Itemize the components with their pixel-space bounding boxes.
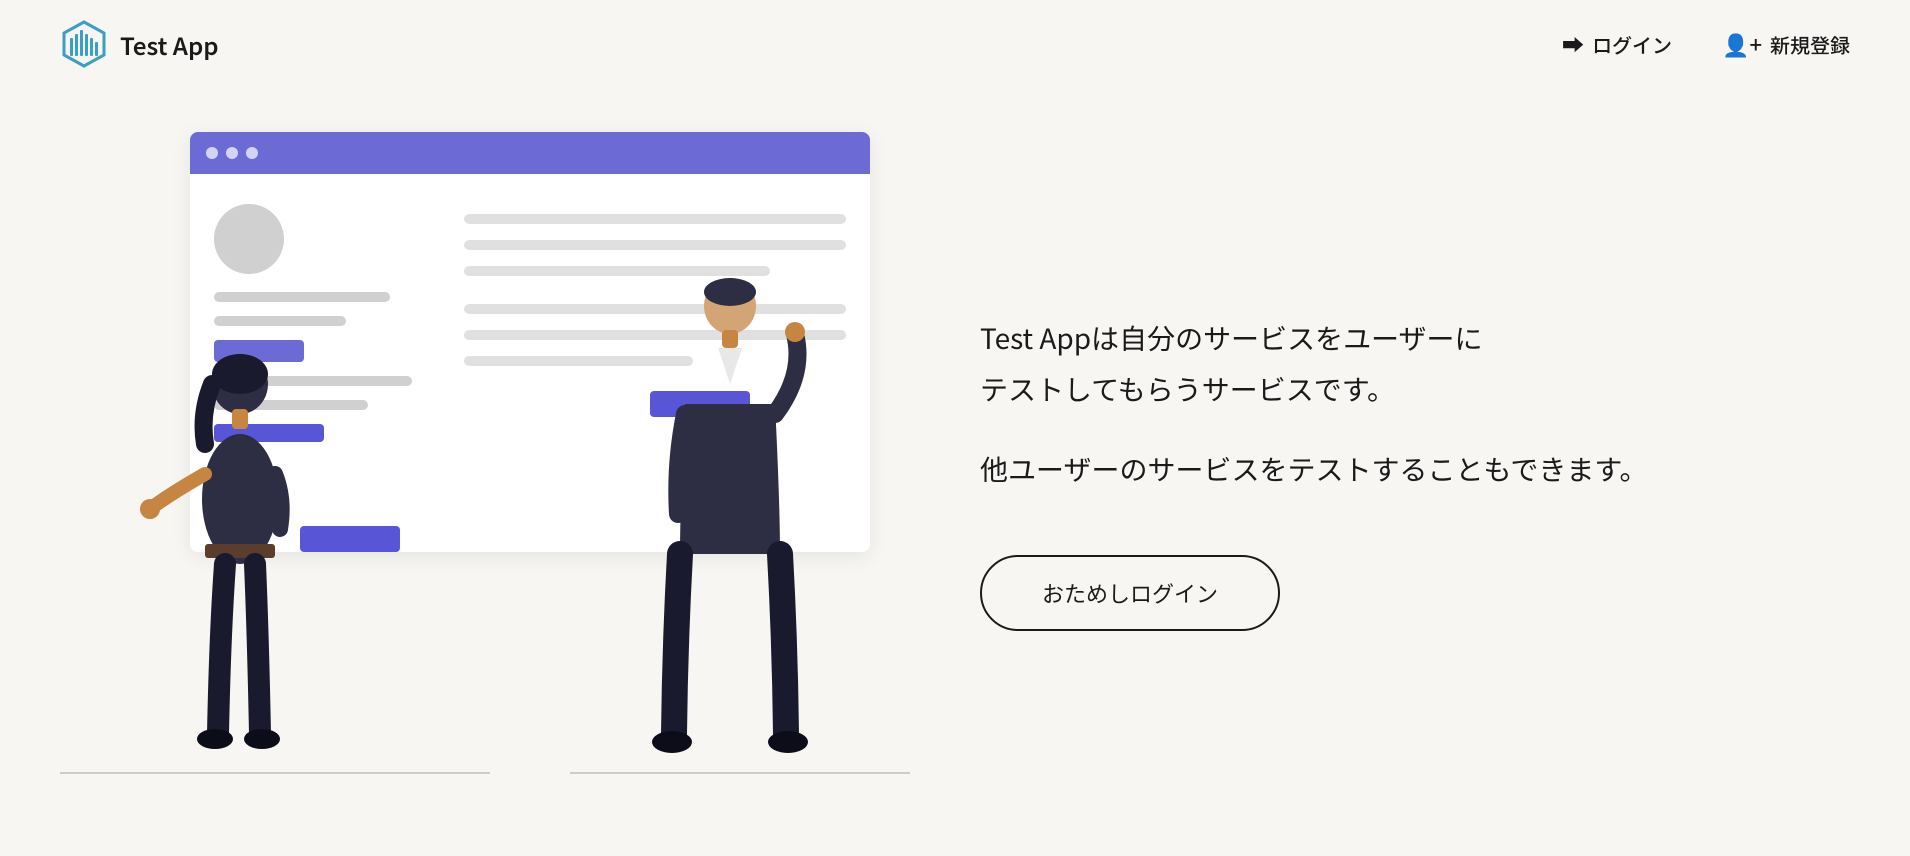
logo-text: Test App: [120, 27, 219, 62]
logo[interactable]: Test App: [60, 20, 219, 68]
header: Test App ➡ ログイン 👤+ 新規登録: [0, 0, 1910, 88]
browser-right-line: [464, 214, 846, 224]
browser-avatar: [214, 204, 284, 274]
illustration: [60, 132, 920, 812]
hero-line-2: テストしてもらうサービスです。: [980, 364, 1850, 414]
register-icon: 👤+: [1722, 28, 1762, 60]
browser-line: [214, 292, 390, 302]
main-content: Test Appは自分のサービスをユーザーに テストしてもらうサービスです。 他…: [0, 88, 1910, 856]
trial-login-button[interactable]: おためしログイン: [980, 555, 1280, 631]
hero-line-3: 他ユーザーのサービスをテストすることもできます。: [980, 444, 1850, 494]
browser-bar: [190, 132, 870, 174]
browser-dot-3: [246, 147, 258, 159]
logo-icon: [60, 20, 108, 68]
woman-svg: [140, 354, 340, 774]
browser-dot-1: [206, 147, 218, 159]
browser-right-line: [464, 240, 846, 250]
person-man: [630, 274, 820, 774]
hero-text-area: Test Appは自分のサービスをユーザーに テストしてもらうサービスです。 他…: [920, 313, 1850, 630]
browser-dot-2: [226, 147, 238, 159]
browser-line: [214, 316, 346, 326]
login-button[interactable]: ➡ ログイン: [1562, 28, 1672, 60]
person-woman: [140, 354, 340, 774]
login-icon: ➡: [1562, 28, 1584, 60]
man-svg: [630, 274, 820, 774]
register-button[interactable]: 👤+ 新規登録: [1722, 28, 1850, 60]
hero-line-1: Test Appは自分のサービスをユーザーに: [980, 313, 1850, 363]
nav: ➡ ログイン 👤+ 新規登録: [1562, 28, 1850, 60]
